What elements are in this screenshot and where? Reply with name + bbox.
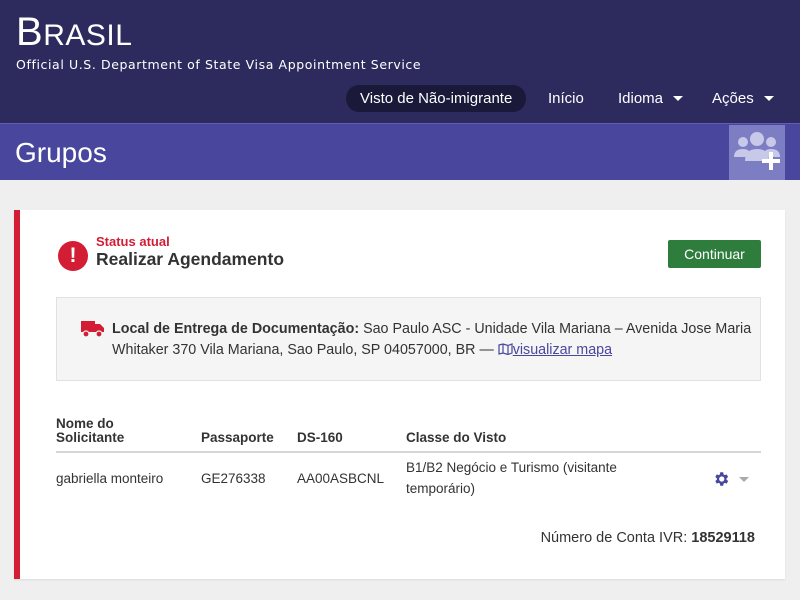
ivr-account: Número de Conta IVR: 18529118 (541, 530, 755, 546)
applicant-name: gabriella monteiro (56, 471, 164, 486)
view-map-label: visualizar mapa (512, 342, 613, 358)
site-header: BRASIL Official U.S. Department of State… (0, 0, 800, 123)
status-label: Status atual (96, 234, 170, 249)
nav-idioma-label: Idioma (618, 90, 664, 107)
nav-visto-nao-imigrante[interactable]: Visto de Não-imigrante (346, 85, 527, 112)
passport-number: GE276338 (201, 471, 266, 486)
status-value: Realizar Agendamento (96, 249, 285, 269)
nav-inicio[interactable]: Início (548, 85, 584, 112)
brand-logo[interactable]: BRASIL (16, 12, 132, 56)
groups-bar: Grupos (0, 123, 800, 180)
col-header-passport: Passaporte (201, 430, 274, 445)
col-header-visa-class: Classe do Visto (406, 430, 507, 445)
appointment-card: ! Status atual Realizar Agendamento Cont… (14, 210, 785, 579)
ivr-label: Número de Conta IVR: (540, 530, 688, 546)
chevron-down-icon (763, 96, 774, 101)
ds160-number: AA00ASBCNL (297, 471, 385, 486)
nav-acoes-dropdown[interactable]: Ações (712, 85, 774, 112)
brand-rest: RASIL (43, 19, 133, 52)
page-title: Grupos (15, 137, 107, 168)
chevron-down-icon (673, 96, 684, 101)
add-group-icon (734, 132, 780, 170)
col-header-ds160: DS-160 (297, 430, 343, 445)
alert-icon: ! (58, 241, 88, 271)
add-group-button[interactable] (729, 125, 785, 180)
col-header-name: Nome do Solicitante (56, 417, 124, 445)
tagline: Official U.S. Department of State Visa A… (16, 57, 422, 72)
nav-idioma-dropdown[interactable]: Idioma (618, 85, 684, 112)
view-map-link[interactable]: visualizar mapa (498, 342, 612, 358)
table-divider (56, 451, 761, 453)
nav-acoes-label: Ações (712, 90, 754, 107)
row-actions-chevron-down-icon[interactable] (739, 477, 749, 482)
col-header-name-line1: Nome do (56, 416, 114, 431)
nav-inicio-label: Início (548, 90, 584, 107)
map-icon (498, 343, 513, 356)
brand-first-letter: B (16, 10, 44, 54)
ivr-number: 18529118 (691, 530, 755, 546)
delivery-label: Local de Entrega de Documentação: (112, 321, 360, 337)
delivery-text: Local de Entrega de Documentação: Sao Pa… (112, 319, 752, 361)
gear-icon[interactable] (712, 470, 730, 488)
visa-class: B1/B2 Negócio e Turismo (visitante tempo… (406, 460, 617, 496)
nav-visto-label: Visto de Não-imigrante (360, 90, 513, 107)
col-header-name-line2: Solicitante (56, 430, 125, 445)
truck-icon (81, 321, 104, 338)
continue-button[interactable]: Continuar (668, 240, 761, 268)
delivery-location-box: Local de Entrega de Documentação: Sao Pa… (56, 297, 761, 381)
